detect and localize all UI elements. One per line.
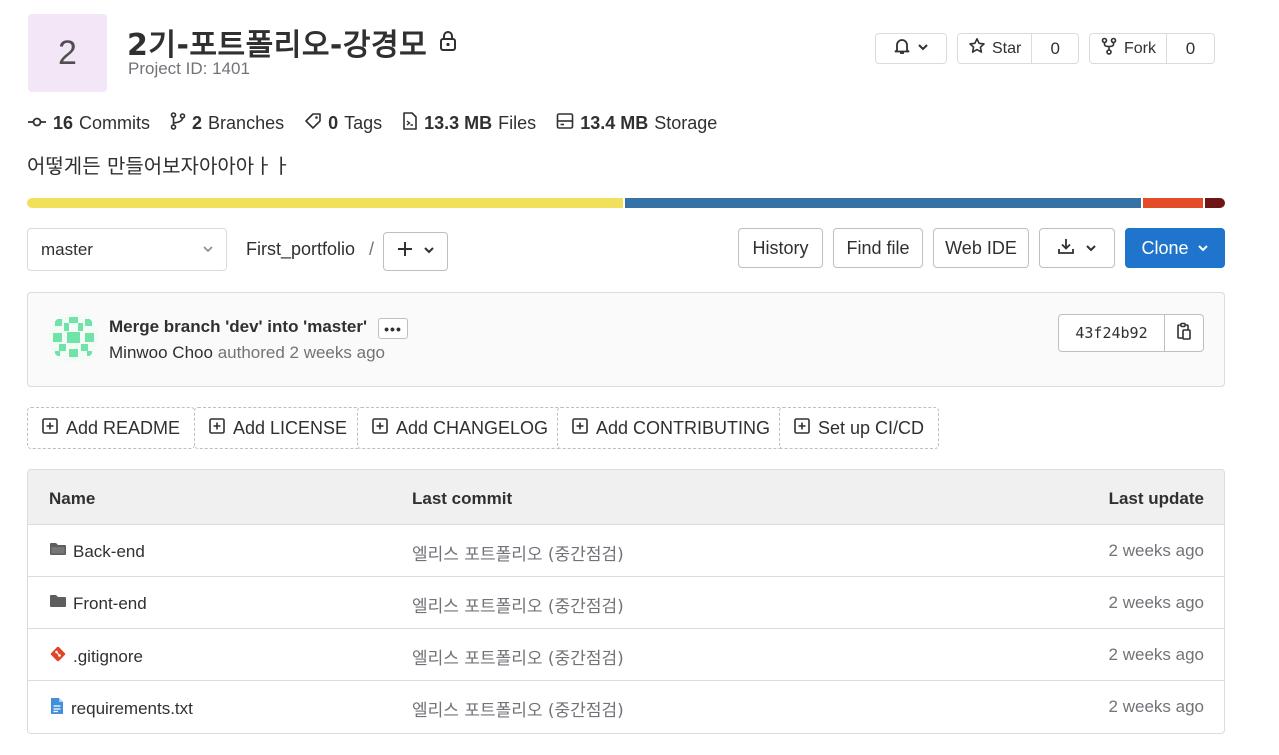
chevron-down-icon — [917, 40, 929, 58]
file-name-cell[interactable]: Front-end — [49, 593, 147, 614]
branch-icon — [170, 112, 186, 135]
star-label: Star — [992, 39, 1022, 57]
column-name: Name — [49, 489, 96, 508]
project-avatar-letter: 2 — [58, 33, 77, 72]
clone-label: Clone — [1141, 237, 1189, 258]
column-last-commit: Last commit — [412, 489, 513, 508]
table-row[interactable]: Front-end 엘리스 포트폴리오 (중간점검) 2 weeks ago — [28, 577, 1224, 629]
file-name-cell[interactable]: requirements.txt — [49, 697, 193, 720]
plus-square-icon — [42, 417, 58, 439]
copy-sha-button[interactable] — [1165, 315, 1203, 351]
commit-author[interactable]: Minwoo Choo — [109, 343, 213, 362]
table-header: Name Last commit Last update — [28, 470, 1224, 525]
commit-description-toggle[interactable]: ••• — [378, 318, 408, 339]
language-segment[interactable] — [1204, 198, 1225, 208]
setup-ci-cd-button[interactable]: Set up CI/CD — [779, 407, 940, 449]
project-avatar[interactable]: 2 — [28, 14, 107, 92]
stat-tags[interactable]: 0 Tags — [304, 112, 382, 135]
plus-square-icon — [572, 417, 588, 439]
notification-button[interactable] — [875, 33, 947, 64]
lock-icon — [438, 30, 458, 52]
row-updated: 2 weeks ago — [1108, 697, 1204, 716]
project-title[interactable]: 2기-포트폴리오-강경모 — [127, 20, 427, 64]
download-icon — [1057, 237, 1075, 260]
stat-storage[interactable]: 13.4 MB Storage — [556, 112, 717, 135]
stat-commits[interactable]: 16 Commits — [27, 113, 150, 134]
branch-name: master — [41, 239, 93, 259]
find-file-button[interactable]: Find file — [833, 228, 923, 268]
add-license-button[interactable]: Add LICENSE — [194, 407, 363, 449]
chevron-down-icon — [1197, 238, 1209, 259]
tag-icon — [304, 112, 322, 135]
fork-button[interactable]: Fork 0 — [1089, 33, 1215, 64]
file-tree-table: Name Last commit Last update Back-end 엘리… — [27, 469, 1225, 734]
column-last-update: Last update — [1108, 489, 1204, 508]
project-id: Project ID: 1401 — [128, 59, 250, 78]
row-updated: 2 weeks ago — [1108, 593, 1204, 612]
language-segment[interactable] — [625, 198, 1142, 208]
star-icon — [968, 37, 986, 60]
table-row[interactable]: requirements.txt 엘리스 포트폴리오 (중간점검) 2 week… — [28, 681, 1224, 733]
last-commit-panel — [27, 292, 1225, 387]
commit-sha-group: 43f24b92 — [1058, 314, 1204, 352]
folder-icon — [49, 541, 67, 562]
web-ide-button[interactable]: Web IDE — [933, 228, 1029, 268]
chevron-down-icon — [1085, 238, 1097, 259]
row-updated: 2 weeks ago — [1108, 541, 1204, 560]
add-readme-button[interactable]: Add README — [27, 407, 196, 449]
breadcrumb: First_portfolio / — [246, 239, 374, 260]
storage-icon — [556, 112, 574, 135]
bell-icon — [893, 37, 911, 60]
text-file-icon — [49, 697, 65, 720]
row-commit-message[interactable]: 엘리스 포트폴리오 (중간점검) — [412, 696, 624, 721]
folder-icon — [49, 593, 67, 614]
file-name-cell[interactable]: Back-end — [49, 541, 145, 562]
chevron-down-icon — [423, 243, 435, 261]
git-icon — [49, 645, 67, 668]
fork-count[interactable]: 0 — [1166, 34, 1214, 63]
breadcrumb-root[interactable]: First_portfolio — [246, 239, 355, 260]
branch-dropdown[interactable]: master — [27, 228, 227, 271]
plus-square-icon — [372, 417, 388, 439]
commit-sha[interactable]: 43f24b92 — [1059, 315, 1165, 351]
chevron-down-icon — [202, 240, 214, 260]
plus-square-icon — [794, 417, 810, 439]
history-button[interactable]: History — [738, 228, 823, 268]
row-commit-message[interactable]: 엘리스 포트폴리오 (중간점검) — [412, 592, 624, 617]
row-commit-message[interactable]: 엘리스 포트폴리오 (중간점검) — [412, 540, 624, 565]
fork-icon — [1100, 37, 1118, 60]
add-changelog-button[interactable]: Add CHANGELOG — [357, 407, 564, 449]
add-to-tree-button[interactable] — [383, 232, 448, 271]
clone-button[interactable]: Clone — [1125, 228, 1225, 268]
table-row[interactable]: .gitignore 엘리스 포트폴리오 (중간점검) 2 weeks ago — [28, 629, 1224, 681]
download-button[interactable] — [1039, 228, 1115, 268]
file-name-cell[interactable]: .gitignore — [49, 645, 143, 668]
project-stats: 16 Commits 2 Branches 0 Tags 13.3 MB Files 1… — [27, 112, 717, 135]
star-count[interactable]: 0 — [1031, 34, 1078, 63]
breadcrumb-separator: / — [369, 239, 375, 259]
plus-square-icon — [209, 417, 225, 439]
commit-time: authored 2 weeks ago — [217, 343, 385, 362]
file-icon — [402, 112, 418, 135]
fork-label: Fork — [1124, 39, 1156, 57]
commit-meta: Minwoo Choo authored 2 weeks ago — [109, 343, 385, 363]
table-row[interactable]: Back-end 엘리스 포트폴리오 (중간점검) 2 weeks ago — [28, 525, 1224, 577]
stat-files[interactable]: 13.3 MB Files — [402, 112, 536, 135]
plus-icon — [397, 241, 413, 262]
add-contributing-button[interactable]: Add CONTRIBUTING — [557, 407, 786, 449]
row-updated: 2 weeks ago — [1108, 645, 1204, 664]
language-bar[interactable] — [27, 198, 1225, 208]
project-description: 어떻게든 만들어보자아아아ㅏㅏ — [27, 154, 291, 178]
stat-branches[interactable]: 2 Branches — [170, 112, 284, 135]
author-avatar[interactable] — [49, 313, 98, 362]
language-segment[interactable] — [1143, 198, 1203, 208]
clipboard-icon — [1176, 322, 1192, 345]
star-button[interactable]: Star 0 — [957, 33, 1079, 64]
row-commit-message[interactable]: 엘리스 포트폴리오 (중간점검) — [412, 644, 624, 669]
commit-icon — [27, 113, 47, 134]
language-segment[interactable] — [27, 198, 623, 208]
commit-title[interactable]: Merge branch 'dev' into 'master' — [109, 317, 367, 337]
